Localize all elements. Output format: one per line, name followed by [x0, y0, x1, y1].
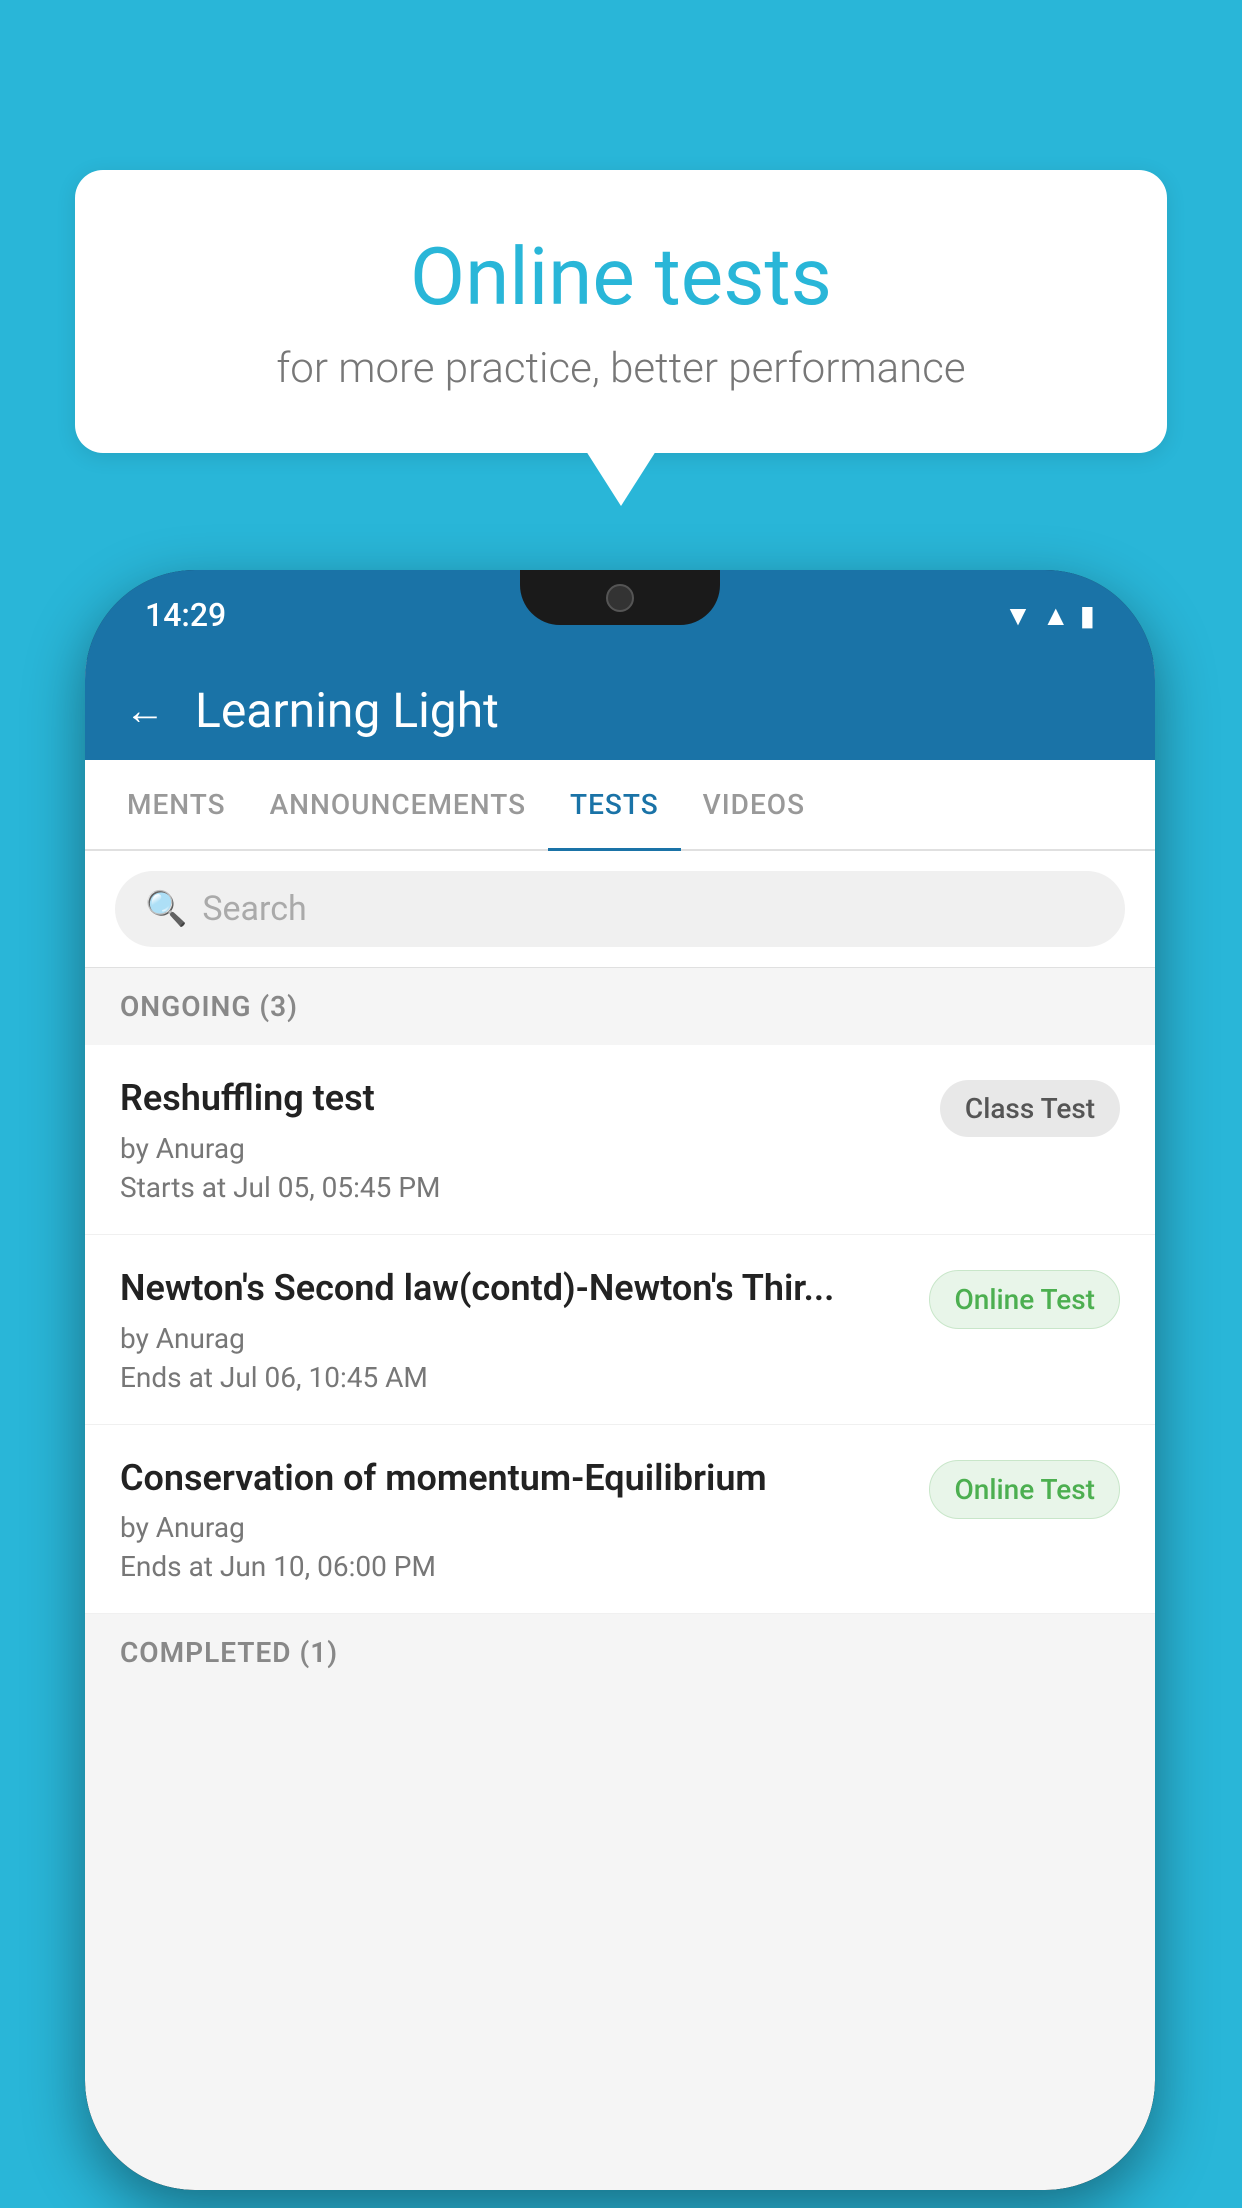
- status-time: 14:29: [145, 596, 226, 634]
- signal-icon: ▲: [1042, 599, 1070, 632]
- ongoing-section-header: ONGOING (3): [85, 968, 1155, 1045]
- tab-announcements[interactable]: ANNOUNCEMENTS: [248, 760, 548, 849]
- search-input-wrapper[interactable]: 🔍 Search: [115, 871, 1125, 947]
- test-badge-newton: Online Test: [929, 1270, 1120, 1329]
- tab-videos[interactable]: VIDEOS: [681, 760, 827, 849]
- search-input[interactable]: Search: [202, 889, 306, 929]
- test-time-newton: Ends at Jul 06, 10:45 AM: [120, 1361, 909, 1394]
- wifi-icon: ▼: [1004, 599, 1032, 632]
- status-bar: 14:29 ▼ ▲ ▮: [85, 570, 1155, 660]
- test-item-conservation[interactable]: Conservation of momentum-Equilibrium by …: [85, 1425, 1155, 1615]
- app-header: ← Learning Light: [85, 660, 1155, 760]
- tab-tests[interactable]: TESTS: [548, 760, 681, 849]
- completed-section-header: COMPLETED (1): [85, 1614, 1155, 1691]
- phone-screen: ← Learning Light MENTS ANNOUNCEMENTS TES…: [85, 660, 1155, 2190]
- tabs-bar: MENTS ANNOUNCEMENTS TESTS VIDEOS: [85, 760, 1155, 851]
- phone-frame: 14:29 ▼ ▲ ▮ ← Learning Light MENTS ANNOU…: [85, 570, 1155, 2190]
- test-badge-conservation: Online Test: [929, 1460, 1120, 1519]
- bubble-subtitle: for more practice, better performance: [125, 344, 1117, 393]
- camera: [606, 584, 634, 612]
- bubble-title: Online tests: [125, 230, 1117, 324]
- test-title-conservation: Conservation of momentum-Equilibrium: [120, 1455, 909, 1502]
- test-title-newton: Newton's Second law(contd)-Newton's Thir…: [120, 1265, 909, 1312]
- test-info-newton: Newton's Second law(contd)-Newton's Thir…: [120, 1265, 909, 1394]
- test-info-conservation: Conservation of momentum-Equilibrium by …: [120, 1455, 909, 1584]
- test-author-conservation: by Anurag: [120, 1511, 909, 1544]
- back-button[interactable]: ←: [125, 687, 165, 734]
- test-item-reshuffling[interactable]: Reshuffling test by Anurag Starts at Jul…: [85, 1045, 1155, 1235]
- speech-bubble: Online tests for more practice, better p…: [75, 170, 1167, 453]
- speech-bubble-container: Online tests for more practice, better p…: [75, 170, 1167, 506]
- speech-bubble-tail: [586, 451, 656, 506]
- test-list: Reshuffling test by Anurag Starts at Jul…: [85, 1045, 1155, 1614]
- test-info-reshuffling: Reshuffling test by Anurag Starts at Jul…: [120, 1075, 920, 1204]
- search-container: 🔍 Search: [85, 851, 1155, 968]
- test-badge-reshuffling: Class Test: [940, 1080, 1120, 1137]
- test-author-reshuffling: by Anurag: [120, 1132, 920, 1165]
- battery-icon: ▮: [1080, 599, 1095, 632]
- status-icons: ▼ ▲ ▮: [1004, 599, 1095, 632]
- test-time-reshuffling: Starts at Jul 05, 05:45 PM: [120, 1171, 920, 1204]
- app-title: Learning Light: [195, 682, 499, 739]
- test-item-newton[interactable]: Newton's Second law(contd)-Newton's Thir…: [85, 1235, 1155, 1425]
- test-title-reshuffling: Reshuffling test: [120, 1075, 920, 1122]
- test-author-newton: by Anurag: [120, 1322, 909, 1355]
- tab-ments[interactable]: MENTS: [105, 760, 248, 849]
- search-icon: 🔍: [145, 889, 187, 929]
- notch: [520, 570, 720, 625]
- test-time-conservation: Ends at Jun 10, 06:00 PM: [120, 1550, 909, 1583]
